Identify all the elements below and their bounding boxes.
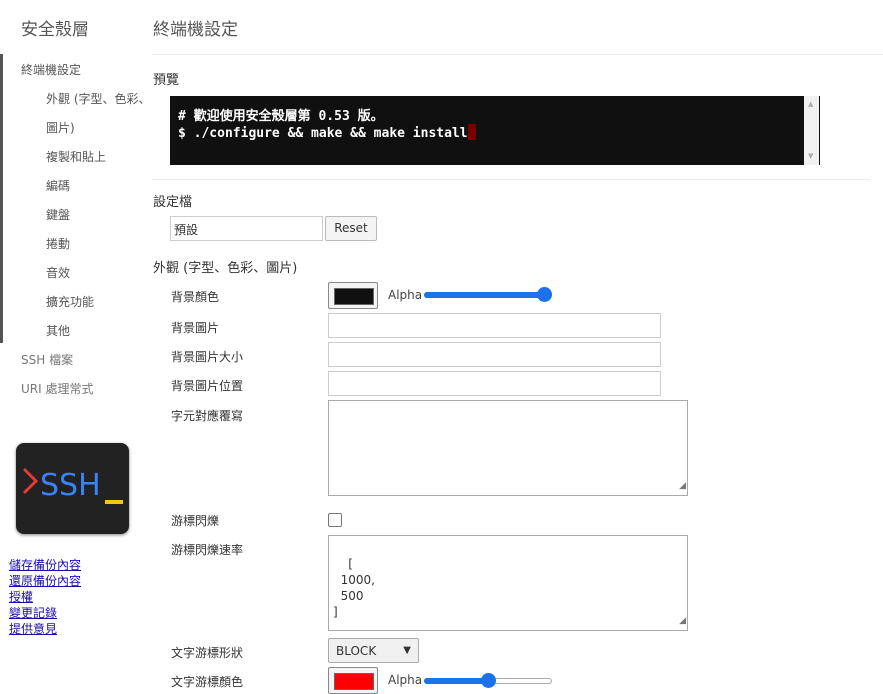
- cursor-alpha-slider[interactable]: [424, 673, 552, 689]
- cursor-shape-value: BLOCK: [336, 644, 377, 658]
- slider-fill: [424, 292, 545, 298]
- link-changelog[interactable]: 變更記錄: [9, 605, 81, 621]
- cursor-color-label: 文字游標顏色: [171, 675, 244, 689]
- bg-alpha-slider[interactable]: [424, 287, 552, 303]
- link-save-backup[interactable]: 儲存備份內容: [9, 557, 81, 573]
- page-title: 終端機設定: [153, 20, 238, 40]
- link-feedback[interactable]: 提供意見: [9, 621, 81, 637]
- terminal-line-2: $ ./configure && make && make install: [178, 124, 476, 141]
- char-map-label: 字元對應覆寫: [171, 409, 244, 423]
- terminal-scrollbar[interactable]: ▲ ▼: [804, 96, 819, 165]
- sidebar-item-copy-paste[interactable]: 複製和貼上: [46, 148, 106, 165]
- bg-image-input[interactable]: [328, 313, 661, 338]
- chevron-right-icon: [22, 467, 38, 495]
- main-content: 終端機設定 預覽 # 歡迎使用安全殼層第 0.53 版。 $ ./configu…: [152, 0, 883, 694]
- terminal-cursor: [467, 124, 476, 140]
- resize-handle-icon[interactable]: ◢: [679, 478, 686, 494]
- sidebar-item-keyboard[interactable]: 鍵盤: [46, 206, 70, 223]
- cursor-shape-label: 文字游標形狀: [171, 646, 244, 660]
- profile-input[interactable]: 預設: [170, 216, 323, 241]
- divider: [152, 54, 883, 55]
- bg-image-size-input[interactable]: [328, 342, 661, 367]
- bg-image-label: 背景圖片: [171, 321, 220, 335]
- resize-handle-icon[interactable]: ◢: [679, 613, 686, 629]
- profile-title: 設定檔: [153, 195, 193, 210]
- cursor-blink-label: 游標閃爍: [171, 514, 220, 528]
- bg-color-label: 背景顏色: [171, 290, 220, 304]
- logo-cursor: [105, 500, 123, 504]
- link-restore-backup[interactable]: 還原備份內容: [9, 573, 81, 589]
- slider-thumb[interactable]: [537, 287, 552, 302]
- cursor-color-swatch: [334, 673, 374, 690]
- cursor-blink-cycle-value: [ 1000, 500 ]: [333, 557, 375, 619]
- sidebar-item-scrolling[interactable]: 捲動: [46, 235, 70, 252]
- scroll-up-icon[interactable]: ▲: [808, 100, 813, 108]
- scroll-down-icon[interactable]: ▼: [808, 152, 813, 160]
- sidebar-item-misc[interactable]: 其他: [46, 322, 70, 339]
- sidebar-item-encoding[interactable]: 編碼: [46, 177, 70, 194]
- sidebar: 安全殼層 終端機設定 外觀 (字型、色彩、 圖片) 複製和貼上 編碼 鍵盤 捲動…: [0, 0, 151, 692]
- terminal-line-1: # 歡迎使用安全殼層第 0.53 版。: [178, 109, 384, 124]
- cursor-shape-select[interactable]: BLOCK ▼: [328, 638, 419, 663]
- bg-color-picker[interactable]: [328, 282, 378, 309]
- cursor-color-picker[interactable]: [328, 667, 378, 694]
- slider-thumb[interactable]: [480, 673, 496, 688]
- sidebar-item-ssh-files[interactable]: SSH 檔案: [21, 351, 73, 368]
- bg-alpha-label: Alpha: [388, 288, 423, 302]
- preview-title: 預覽: [153, 73, 180, 88]
- footer-links: 儲存備份內容 還原備份內容 授權 變更記錄 提供意見: [9, 557, 81, 637]
- chevron-down-icon: ▼: [403, 645, 411, 656]
- bg-color-swatch: [334, 288, 374, 305]
- sidebar-item-appearance[interactable]: 外觀 (字型、色彩、: [46, 90, 151, 107]
- sidebar-item-terminal-settings[interactable]: 終端機設定: [21, 61, 81, 78]
- bg-image-position-input[interactable]: [328, 371, 661, 396]
- slider-fill: [424, 678, 488, 684]
- divider: [152, 179, 870, 180]
- sidebar-item-sound[interactable]: 音效: [46, 264, 70, 281]
- reset-button[interactable]: Reset: [325, 216, 377, 241]
- cursor-blink-cycle-textarea[interactable]: [ 1000, 500 ] ◢: [328, 535, 688, 631]
- link-license[interactable]: 授權: [9, 589, 81, 605]
- sidebar-item-uri-handler[interactable]: URI 處理常式: [21, 380, 93, 397]
- appearance-title: 外觀 (字型、色彩、圖片): [153, 261, 298, 276]
- app-logo: SSH: [16, 443, 129, 534]
- sidebar-item-appearance-cont[interactable]: 圖片): [46, 119, 75, 136]
- terminal-preview: # 歡迎使用安全殼層第 0.53 版。 $ ./configure && mak…: [170, 96, 820, 165]
- bg-image-position-label: 背景圖片位置: [171, 379, 244, 393]
- cursor-blink-checkbox[interactable]: [328, 513, 342, 527]
- char-map-textarea[interactable]: ◢: [328, 400, 688, 496]
- app-title: 安全殼層: [21, 20, 89, 40]
- sidebar-item-extensions[interactable]: 擴充功能: [46, 293, 94, 310]
- logo-text: SSH: [40, 468, 101, 503]
- bg-image-size-label: 背景圖片大小: [171, 350, 244, 364]
- cursor-alpha-label: Alpha: [388, 673, 423, 687]
- cursor-blink-cycle-label: 游標閃爍速率: [171, 543, 244, 557]
